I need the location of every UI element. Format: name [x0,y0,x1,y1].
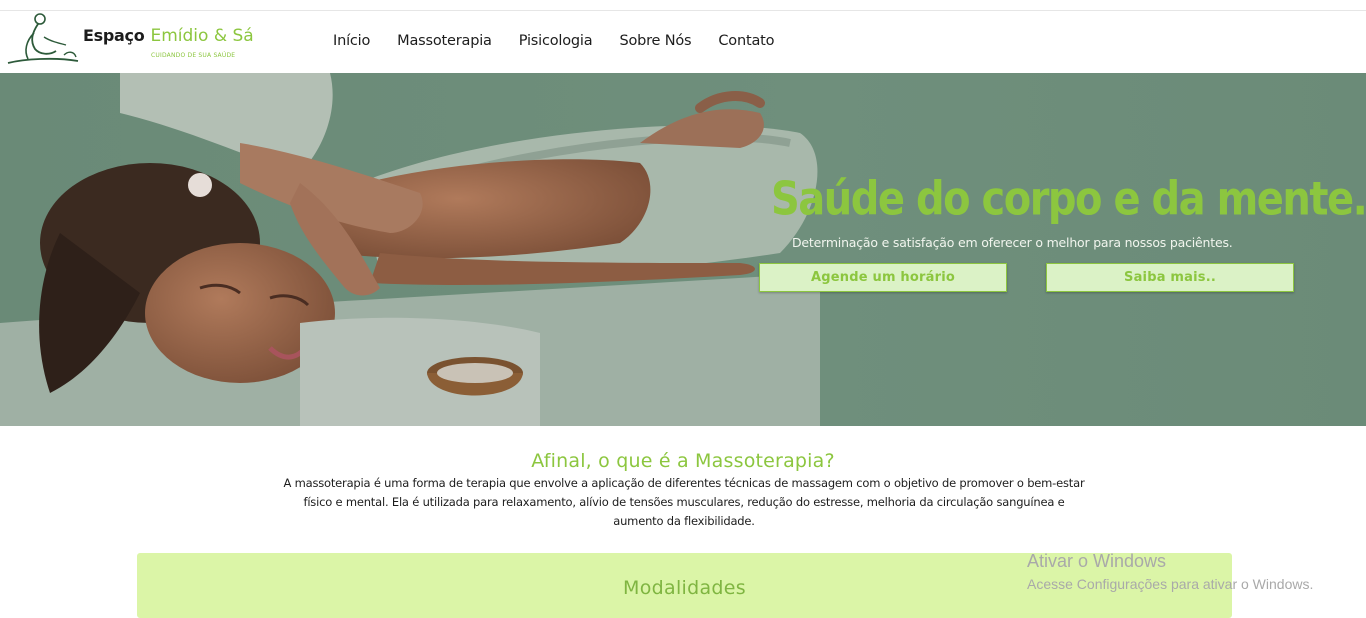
brand-name-part2: Emídio & Sá [150,26,254,46]
schedule-button[interactable]: Agende um horário [759,263,1007,292]
learn-more-button[interactable]: Saiba mais.. [1046,263,1294,292]
brand-name-part1: Espaço [83,26,145,45]
brand-tagline: CUIDANDO DE SUA SAÚDE [151,52,236,59]
nav-pisicologia[interactable]: Pisicologia [519,33,593,49]
nav-sobre-nos[interactable]: Sobre Nós [619,33,691,49]
nav-inicio[interactable]: Início [333,33,370,49]
hero-banner: Saúde do corpo e da mente. Determinação … [0,73,1366,426]
about-text: A massoterapia é uma forma de terapia qu… [283,476,1085,528]
nav-contato[interactable]: Contato [718,33,774,49]
nav-massoterapia[interactable]: Massoterapia [397,33,492,49]
site-header: Espaço Emídio & Sá CUIDANDO DE SUA SAÚDE… [0,11,1366,73]
windows-activation-title: Ativar o Windows [1027,551,1167,571]
windows-activation-subtitle: Acesse Configurações para ativar o Windo… [1027,576,1314,592]
massage-figure-icon [7,13,79,64]
about-title: Afinal, o que é a Massoterapia? [531,450,835,472]
hero-title: Saúde do corpo e da mente. [771,173,1366,226]
hero-subtitle: Determinação e satisfação em oferecer o … [792,235,1233,250]
brand-name: Espaço Emídio & Sá [83,26,254,46]
main-nav: Início Massoterapia Pisicologia Sobre Nó… [333,33,801,49]
